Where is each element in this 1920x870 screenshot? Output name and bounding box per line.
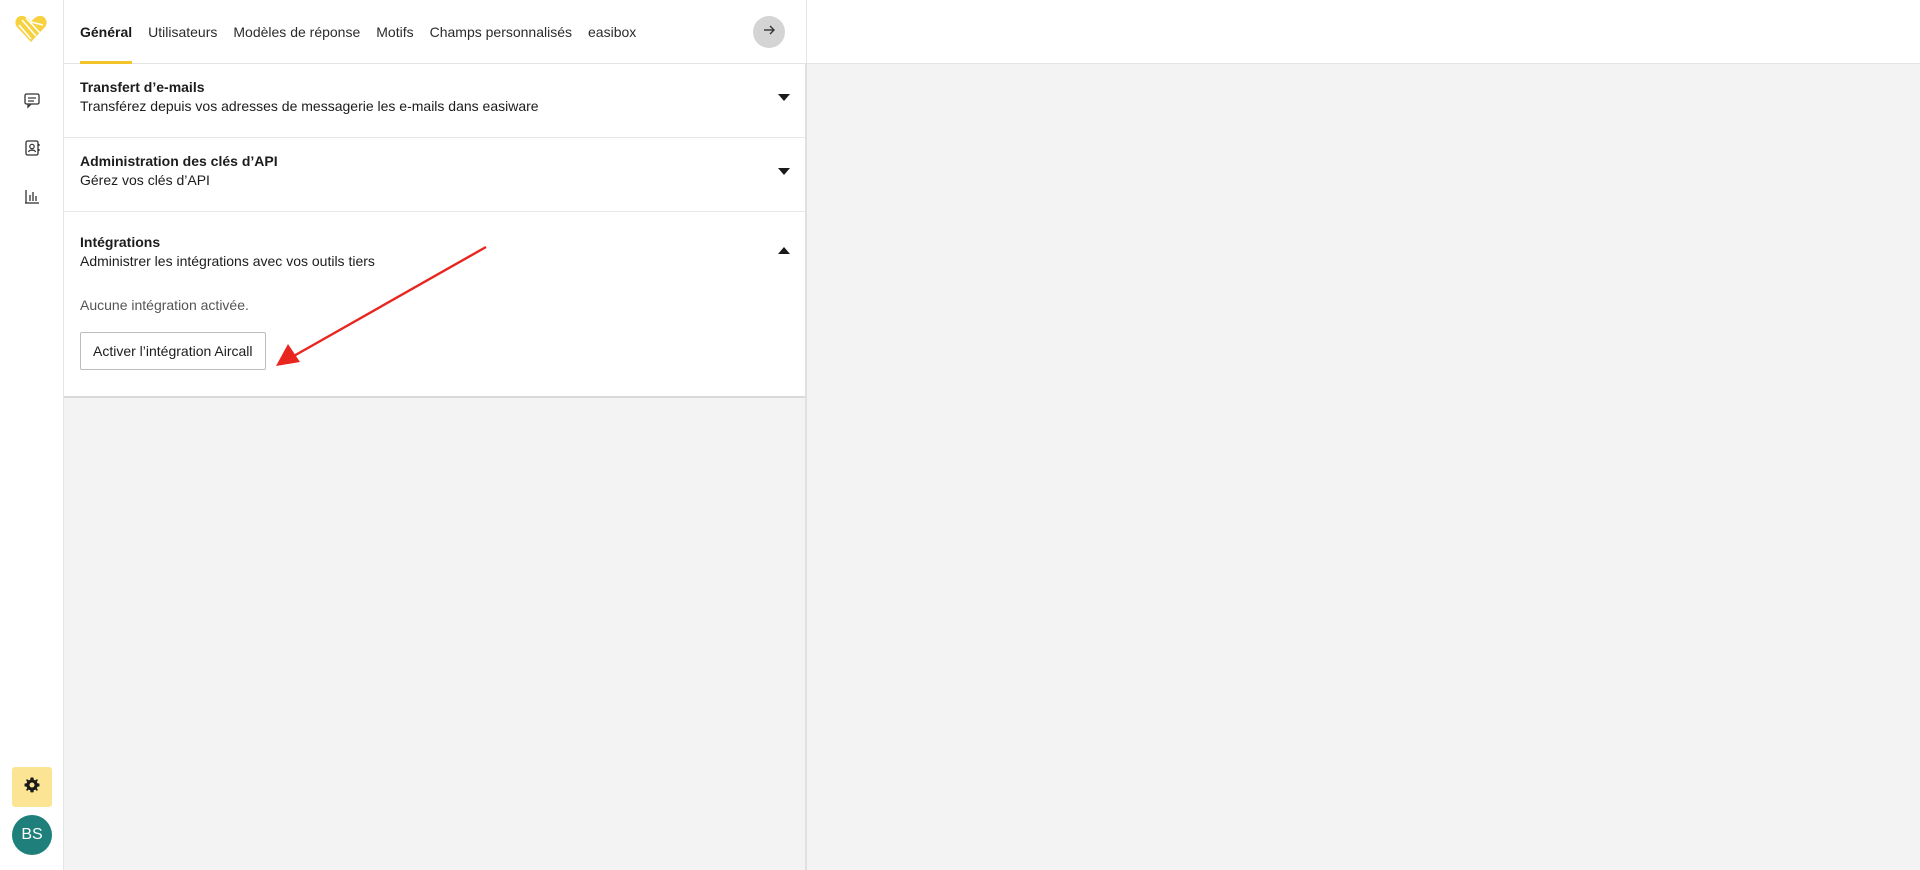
section-title: Transfert d’e-mails bbox=[80, 79, 205, 95]
tab-easibox[interactable]: easibox bbox=[588, 0, 636, 63]
tab-label: Champs personnalisés bbox=[429, 23, 573, 40]
next-tabs-button[interactable] bbox=[753, 16, 785, 48]
stats-icon[interactable] bbox=[16, 180, 48, 212]
caret-up-icon[interactable] bbox=[778, 246, 790, 254]
section-email-transfer: Transfert d’e-mails Transférez depuis vo… bbox=[64, 64, 805, 138]
settings-panel: Transfert d’e-mails Transférez depuis vo… bbox=[64, 64, 806, 870]
arrow-right-icon bbox=[761, 22, 777, 43]
section-subtitle: Transférez depuis vos adresses de messag… bbox=[80, 98, 539, 114]
tab-custom-fields[interactable]: Champs personnalisés bbox=[430, 0, 572, 63]
section-api-keys: Administration des clés d’API Gérez vos … bbox=[64, 138, 805, 212]
detail-header bbox=[806, 0, 1920, 64]
tabs: Général Utilisateurs Modèles de réponse … bbox=[80, 0, 652, 64]
conversations-icon[interactable] bbox=[16, 84, 48, 116]
tab-reasons[interactable]: Motifs bbox=[376, 0, 413, 63]
heart-logo-icon[interactable] bbox=[14, 14, 48, 44]
tab-label: Modèles de réponse bbox=[233, 23, 361, 40]
tab-label: Motifs bbox=[376, 23, 414, 40]
tab-users[interactable]: Utilisateurs bbox=[148, 0, 217, 63]
settings-button[interactable] bbox=[12, 767, 52, 807]
tab-label: Général bbox=[80, 23, 133, 40]
tab-response-templates[interactable]: Modèles de réponse bbox=[233, 0, 360, 63]
tab-general[interactable]: Général bbox=[80, 0, 133, 64]
gear-icon bbox=[23, 776, 41, 799]
settings-tabs-bar: Général Utilisateurs Modèles de réponse … bbox=[64, 0, 806, 64]
section-title: Administration des clés d’API bbox=[80, 153, 278, 169]
section-header[interactable]: Transfert d’e-mails Transférez depuis vo… bbox=[64, 64, 805, 137]
annotation-arrow-icon bbox=[276, 245, 487, 366]
contacts-icon[interactable] bbox=[16, 132, 48, 164]
app-window: BS Général Utilisateurs Modèles de répon… bbox=[0, 0, 1920, 870]
user-avatar[interactable]: BS bbox=[12, 815, 52, 855]
caret-down-icon[interactable] bbox=[778, 168, 790, 176]
section-subtitle: Gérez vos clés d’API bbox=[80, 172, 210, 188]
left-sidebar: BS bbox=[0, 0, 64, 870]
detail-pane bbox=[806, 64, 1920, 870]
activate-aircall-button[interactable]: Activer l’intégration Aircall bbox=[80, 332, 266, 370]
tab-label: easibox bbox=[588, 23, 637, 40]
section-header[interactable]: Administration des clés d’API Gérez vos … bbox=[64, 138, 805, 211]
caret-down-icon[interactable] bbox=[778, 94, 790, 102]
tab-label: Utilisateurs bbox=[148, 23, 218, 40]
